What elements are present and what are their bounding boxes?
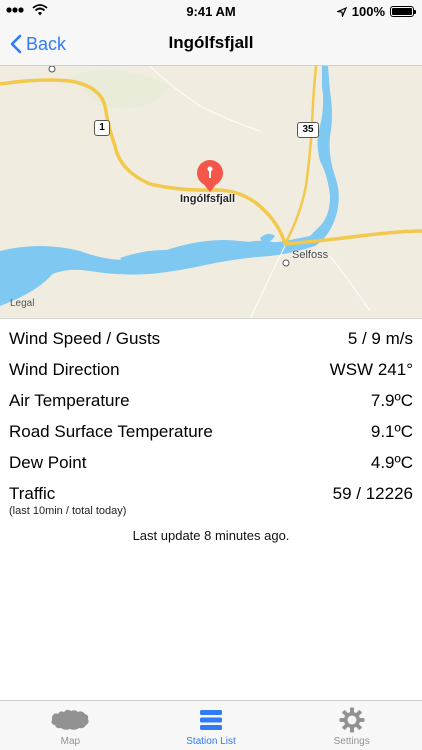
gear-icon [339,707,365,733]
status-right: 100% [336,4,416,19]
map-pin-label: Ingólfsfjall [180,193,235,205]
location-arrow-icon [336,6,347,17]
navigation-bar: Back Ingólfsfjall [0,22,422,66]
tab-settings[interactable]: Settings [281,701,422,750]
reading-value: 7.9ºC [370,391,413,410]
route-1-shield: 1 [94,120,110,136]
battery-icon [390,6,416,17]
reading-value: 4.9ºC [370,453,413,472]
list-icon [199,707,223,733]
tab-label: Station List [186,736,236,747]
tab-label: Settings [333,736,370,747]
reading-label: Wind Direction [9,360,120,379]
reading-label: Air Temperature [9,391,130,410]
reading-value: 5 / 9 m/s [347,329,413,348]
reading-row-wind-speed: Wind Speed / Gusts 5 / 9 m/s [9,326,413,352]
reading-row-wind-direction: Wind Direction WSW 241° [9,357,413,383]
legal-link[interactable]: Legal [10,298,34,309]
reading-label: Dew Point [9,453,87,472]
reading-row-traffic: Traffic 59 / 12226 [9,481,413,507]
route-35-shield: 35 [297,122,319,138]
reading-row-dew-point: Dew Point 4.9ºC [9,450,413,476]
tab-bar: Map Station List Settings [0,700,422,750]
station-map[interactable]: 1 35 Ingólfsfjall Selfoss Legal [0,66,422,319]
reading-value: 9.1ºC [370,422,413,441]
page-title: Ingólfsfjall [168,33,254,52]
traffic-label: Traffic [9,484,56,503]
reading-label: Road Surface Temperature [9,422,213,441]
traffic-value: 59 / 12226 [332,484,413,503]
tab-label: Map [60,736,81,747]
iceland-map-icon [48,707,92,733]
tab-map[interactable]: Map [0,701,141,750]
reading-row-air-temperature: Air Temperature 7.9ºC [9,388,413,414]
traffic-note: (last 10min / total today) [9,505,127,517]
reading-label: Wind Speed / Gusts [9,329,161,348]
battery-percent: 100% [351,4,385,19]
last-update-text: Last update 8 minutes ago. [132,528,290,543]
tab-station-list[interactable]: Station List [141,701,282,750]
map-town-label: Selfoss [292,249,329,261]
reading-value: WSW 241° [329,360,413,379]
reading-row-road-surface-temperature: Road Surface Temperature 9.1ºC [9,419,413,445]
status-bar: 9:41 AM 100% [0,0,422,22]
